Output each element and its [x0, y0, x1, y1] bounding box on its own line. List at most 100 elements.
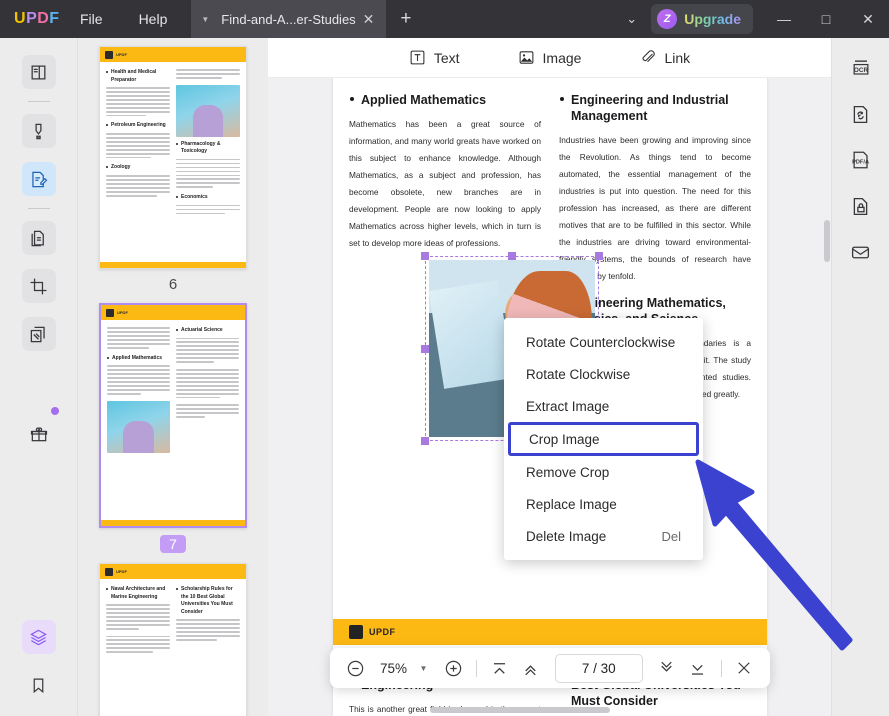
updf-window: UPDF File Help ▼ Find-and-A...er-Studies…: [0, 0, 889, 716]
thumb-brand-label: UPDF: [116, 52, 127, 57]
close-toolbar-button[interactable]: [731, 654, 758, 682]
edit-toolbar: Text Image Link: [268, 38, 831, 78]
text-tool[interactable]: Text: [403, 45, 466, 70]
context-menu-item-extract-image[interactable]: Extract Image: [504, 390, 703, 422]
sidebar-item-bookmark[interactable]: [22, 668, 56, 702]
horizontal-scrollbar-thumb[interactable]: [430, 707, 610, 713]
thumbnail-page-7[interactable]: UPDF Applied Mathematics Actuarial Scien…: [99, 303, 247, 528]
thumb-paragraph: [106, 635, 170, 654]
sidebar-item-comment[interactable]: [21, 114, 56, 148]
tab-list-chevron-icon[interactable]: ⌄: [612, 11, 651, 27]
window-close-button[interactable]: ✕: [847, 0, 889, 38]
zoom-out-button[interactable]: [342, 654, 369, 682]
sidebar-item-edit-pdf[interactable]: [21, 162, 56, 196]
batch-icon: [30, 326, 45, 342]
previous-page-button[interactable]: [517, 654, 544, 682]
thumb-image: [107, 400, 170, 453]
sidebar-item-batch[interactable]: [21, 317, 56, 351]
resize-handle-bottom-left[interactable]: [421, 437, 429, 445]
first-page-button[interactable]: [486, 654, 513, 682]
left-tool-rail: [0, 38, 78, 716]
last-page-button[interactable]: [684, 654, 711, 682]
svg-text:OCR: OCR: [853, 67, 868, 74]
toolbar-divider-2: [720, 659, 722, 677]
resize-handle-top-left[interactable]: [421, 252, 429, 260]
thumb-paragraph: [106, 604, 170, 630]
close-icon[interactable]: ✕: [359, 11, 379, 28]
context-menu-item-rotate-clockwise[interactable]: Rotate Clockwise: [504, 358, 703, 390]
thumb-right-column: Actuarial Science: [176, 327, 239, 513]
image-tool[interactable]: Image: [512, 45, 588, 70]
next-page-button[interactable]: [653, 654, 680, 682]
thumbnail-page-6[interactable]: UPDF Health and Medical Preparator Petro…: [99, 46, 247, 269]
text-box-icon: [410, 50, 425, 65]
maximize-button[interactable]: □: [805, 0, 847, 38]
thumb-paragraph: [176, 619, 240, 641]
minimize-button[interactable]: —: [763, 0, 805, 38]
sidebar-item-organize-pages[interactable]: [21, 221, 56, 255]
thumb-paragraph: [176, 404, 239, 419]
sidebar-item-gift[interactable]: [22, 417, 56, 451]
resize-handle-top-right[interactable]: [595, 252, 603, 260]
sidebar-item-layers[interactable]: [21, 620, 56, 654]
zoom-dropdown-chevron-icon[interactable]: ▼: [417, 664, 435, 673]
vertical-scrollbar-thumb[interactable]: [824, 220, 830, 262]
thumb-right-column: Pharmacology & Toxicology Economics: [176, 69, 240, 255]
link-tool[interactable]: Link: [633, 45, 696, 70]
context-menu-item-replace-image[interactable]: Replace Image: [504, 488, 703, 520]
convert-pdf-icon: [853, 105, 868, 123]
protect-button[interactable]: [845, 190, 877, 222]
pdfa-button[interactable]: PDF/A: [845, 144, 877, 176]
convert-pdf-button[interactable]: [845, 98, 877, 130]
chevron-down-icon[interactable]: ▼: [201, 15, 209, 24]
organize-pages-icon: [31, 230, 44, 246]
context-menu-item-remove-crop[interactable]: Remove Crop: [504, 456, 703, 488]
logo-letter-p: P: [26, 10, 38, 27]
resize-handle-top-center[interactable]: [508, 252, 516, 260]
thumb-heading: Pharmacology & Toxicology: [176, 141, 240, 156]
current-page-badge: 7: [160, 535, 186, 553]
zoom-level-value[interactable]: 75%: [373, 661, 413, 676]
menu-file[interactable]: File: [62, 0, 121, 38]
thumb-heading: Naval Architecture and Marine Engineerin…: [106, 586, 170, 601]
context-menu-item-delete-image[interactable]: Delete Image Del: [504, 520, 703, 552]
thumb-paragraph: [176, 337, 239, 363]
text-tool-label: Text: [433, 49, 460, 66]
sidebar-item-reader[interactable]: [21, 55, 56, 89]
context-menu-item-rotate-counterclockwise[interactable]: Rotate Counterclockwise: [504, 326, 703, 358]
zoom-in-button[interactable]: [439, 654, 466, 682]
image-icon: [519, 51, 533, 64]
document-tab[interactable]: ▼ Find-and-A...er-Studies ✕: [191, 0, 387, 38]
share-email-button[interactable]: [845, 236, 877, 268]
ocr-button[interactable]: OCR: [845, 52, 877, 84]
layers-icon: [30, 629, 47, 645]
thumb-brand-label: UPDF: [117, 310, 128, 315]
context-menu-item-crop-image[interactable]: Crop Image: [508, 422, 699, 456]
thumb-right-column: Scholarship Rules for the 10 Best Global…: [176, 586, 240, 716]
thumbnail-panel[interactable]: UPDF Health and Medical Preparator Petro…: [78, 38, 268, 716]
crop-page-icon: [30, 278, 47, 294]
sidebar-item-crop-page[interactable]: [21, 269, 56, 303]
page-indicator-input[interactable]: 7 / 30: [554, 653, 643, 683]
pdfa-icon: PDF/A: [852, 151, 869, 169]
new-tab-button[interactable]: +: [386, 0, 425, 38]
title-bar: UPDF File Help ▼ Find-and-A...er-Studies…: [0, 0, 889, 38]
thumb-footer-band: [101, 520, 245, 526]
menu-item-label: Delete Image: [526, 528, 607, 544]
updf-mini-logo-icon: [105, 567, 113, 576]
upgrade-button[interactable]: Z Upgrade: [651, 4, 753, 34]
thumbnail-page-8[interactable]: UPDF Naval Architecture and Marine Engin…: [99, 563, 247, 716]
logo-letter-u: U: [14, 10, 27, 27]
updf-mini-logo-icon: [105, 50, 113, 59]
updf-band-logo-icon: [349, 625, 363, 639]
thumb-body: Health and Medical Preparator Petroleum …: [100, 62, 246, 262]
tab-title: Find-and-A...er-Studies: [221, 11, 356, 27]
gift-icon: [30, 427, 47, 442]
edit-pdf-icon: [32, 171, 48, 187]
ocr-icon: OCR: [853, 60, 868, 75]
page-navigation-toolbar: 75% ▼ 7 / 30: [330, 648, 770, 688]
menu-item-label: Remove Crop: [526, 464, 610, 480]
resize-handle-middle-left[interactable]: [421, 344, 429, 353]
updf-logo: UPDF: [0, 10, 62, 28]
menu-help[interactable]: Help: [121, 0, 186, 38]
